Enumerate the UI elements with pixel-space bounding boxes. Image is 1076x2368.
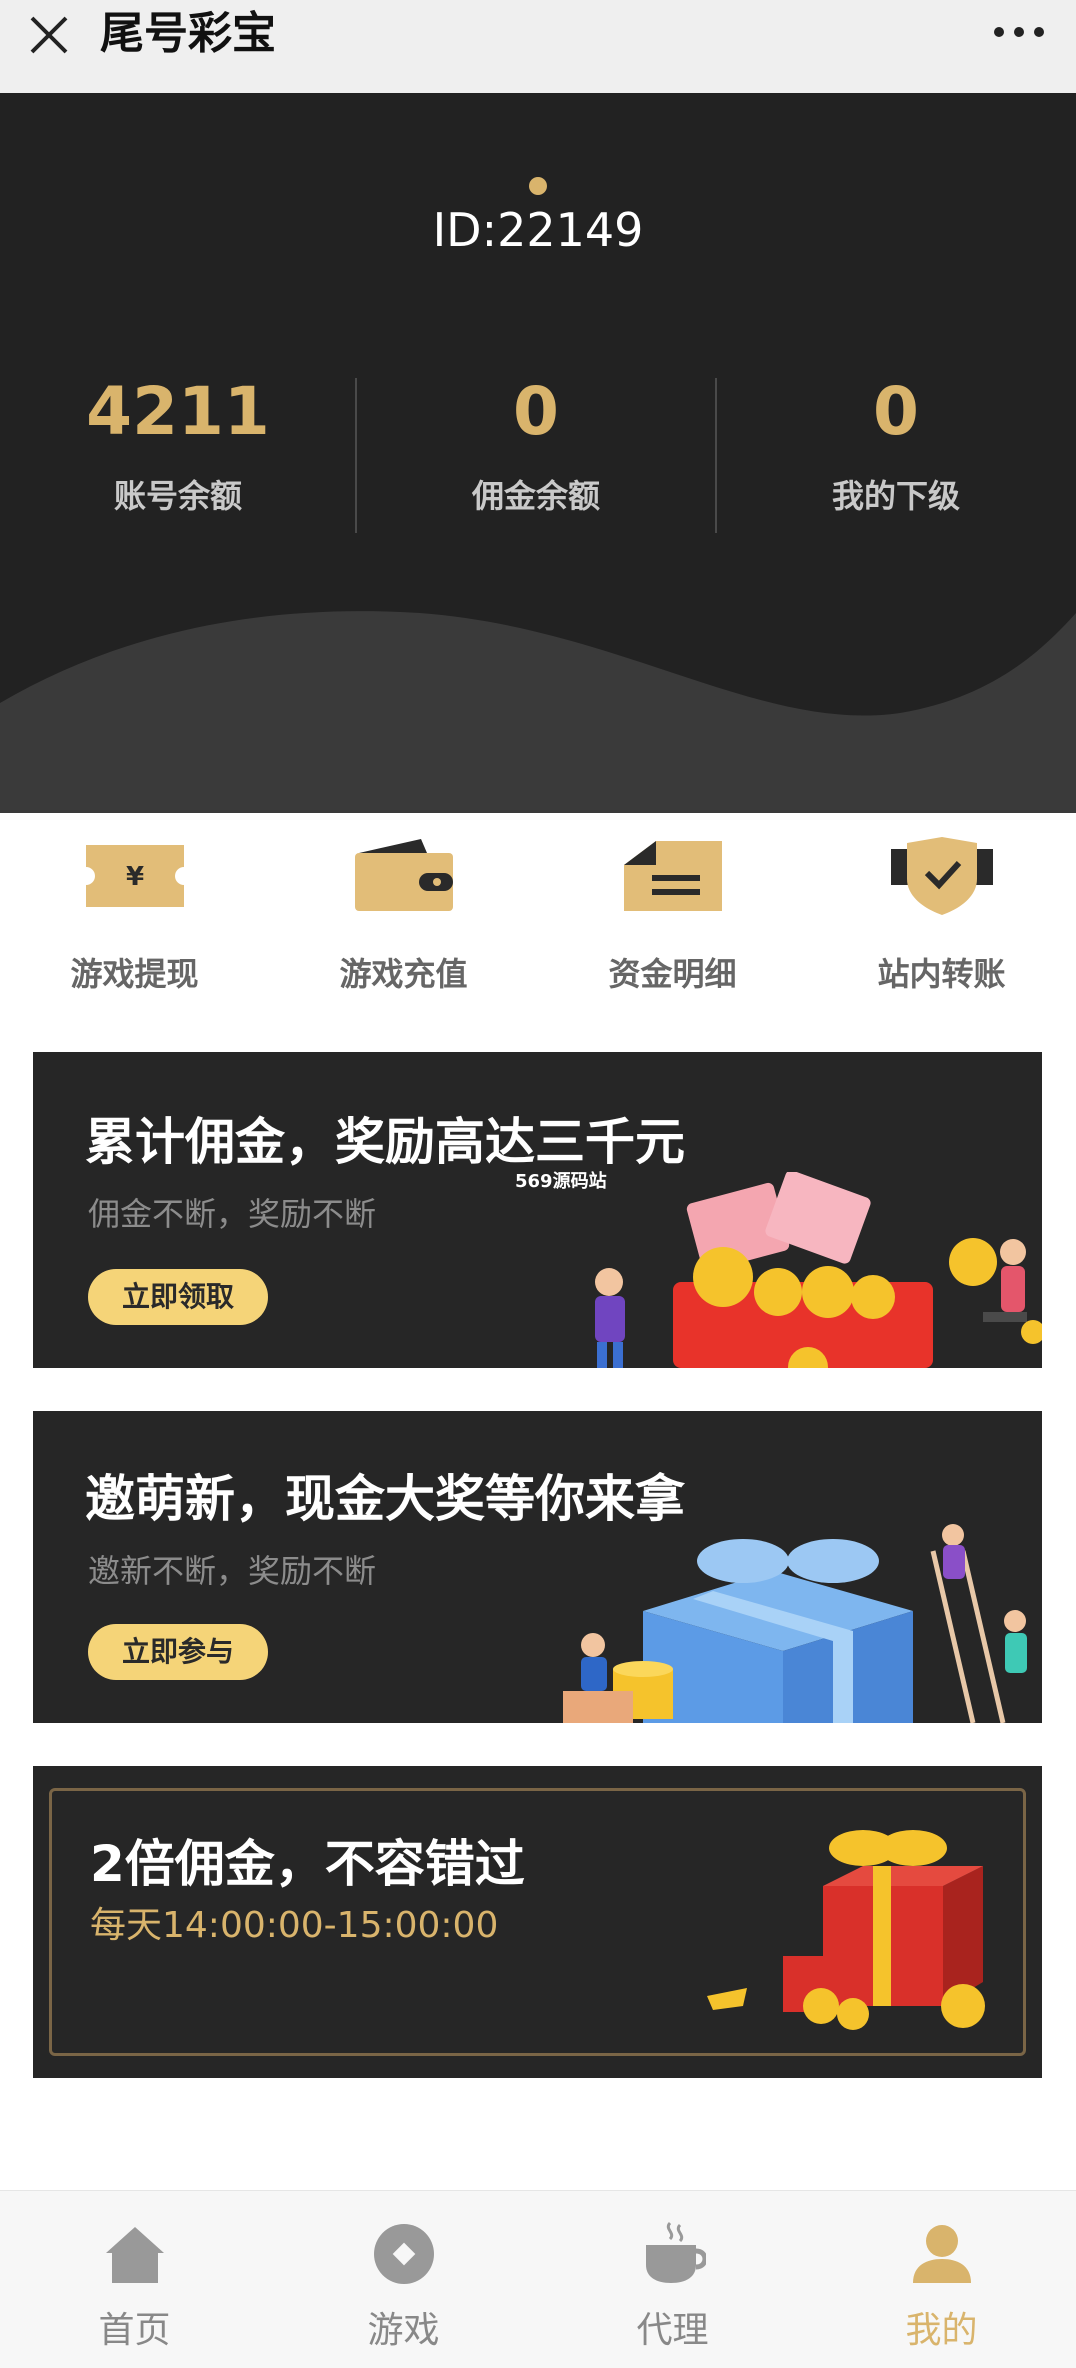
action-fund-details[interactable]: 资金明细 (538, 813, 807, 1013)
stat-label: 我的下级 (831, 477, 960, 515)
nav-label: 首页 (98, 2310, 171, 2351)
stat-commission-balance[interactable]: 0 佣金余额 (358, 373, 714, 517)
action-label: 资金明细 (608, 955, 737, 993)
action-label: 游戏提现 (70, 955, 199, 993)
claim-now-button[interactable]: 立即领取 (88, 1269, 269, 1325)
commission-banner[interactable]: 累计佣金，奖励高达三千元 佣金不断，奖励不断 立即领取 569源码站 (33, 1052, 1042, 1368)
nav-games[interactable]: 游戏 (269, 2191, 538, 2368)
nav-agent[interactable]: 代理 (538, 2191, 807, 2368)
nav-label: 代理 (636, 2310, 709, 2351)
gift-box-illustration (563, 1524, 1027, 1723)
join-now-button[interactable]: 立即参与 (88, 1624, 269, 1680)
nav-home[interactable]: 首页 (0, 2191, 269, 2368)
stat-account-balance[interactable]: 4211 账号余额 (0, 373, 356, 517)
top-bar: 尾号彩宝 (0, 0, 1076, 93)
invite-banner[interactable]: 邀萌新，现金大奖等你来拿 邀新不断，奖励不断 立即参与 (33, 1411, 1042, 1723)
nav-label: 游戏 (367, 2310, 440, 2351)
page-title: 尾号彩宝 (100, 8, 276, 59)
user-icon (913, 2225, 971, 2283)
quick-actions: ¥ 游戏提现 游戏充值 资金明细 站内转账 (0, 813, 1076, 1013)
shield-check-icon (891, 837, 993, 915)
game-icon (374, 2224, 434, 2284)
stat-subordinates[interactable]: 0 我的下级 (718, 373, 1074, 517)
stat-label: 账号余额 (113, 477, 242, 515)
divider (355, 378, 357, 533)
action-recharge[interactable]: 游戏充值 (269, 813, 538, 1013)
svg-text:¥: ¥ (126, 862, 144, 892)
envelope-list-icon (624, 841, 722, 911)
action-label: 站内转账 (877, 955, 1006, 993)
double-commission-banner[interactable]: 2倍佣金，不容错过 每天14:00:00-15:00:00 (33, 1766, 1042, 2078)
action-label: 游戏充值 (339, 955, 468, 993)
stat-value: 0 (513, 373, 559, 450)
stat-value: 4211 (86, 373, 270, 450)
divider (715, 378, 717, 533)
banner-title: 2倍佣金，不容错过 (90, 1835, 525, 1893)
red-envelope-coins-illustration (595, 1172, 1042, 1368)
wallet-icon (355, 839, 453, 911)
avatar-dot (529, 177, 547, 195)
home-icon (106, 2227, 164, 2283)
nav-mine[interactable]: 我的 (807, 2191, 1076, 2368)
coffee-cup-icon (646, 2221, 706, 2283)
bottom-nav: 首页 游戏 代理 我的 (0, 2190, 1076, 2368)
stat-value: 0 (873, 373, 919, 450)
gift-coins-illustration (707, 1830, 985, 2030)
user-id: ID:22149 (432, 203, 644, 257)
account-header: ID:22149 4211 账号余额 0 佣金余额 0 我的下级 (0, 93, 1076, 813)
stat-label: 佣金余额 (471, 477, 600, 515)
nav-label: 我的 (905, 2310, 978, 2351)
banner-subtitle: 邀新不断，奖励不断 (88, 1552, 377, 1590)
ticket-yen-icon: ¥ (86, 845, 184, 907)
banner-title: 累计佣金，奖励高达三千元 (85, 1113, 685, 1171)
action-withdraw[interactable]: ¥ 游戏提现 (0, 813, 269, 1013)
promo-time: 每天14:00:00-15:00:00 (90, 1905, 499, 1946)
close-icon[interactable] (26, 12, 72, 58)
banner-subtitle: 佣金不断，奖励不断 (88, 1195, 377, 1233)
action-transfer[interactable]: 站内转账 (807, 813, 1076, 1013)
more-options-icon[interactable] (992, 22, 1046, 42)
